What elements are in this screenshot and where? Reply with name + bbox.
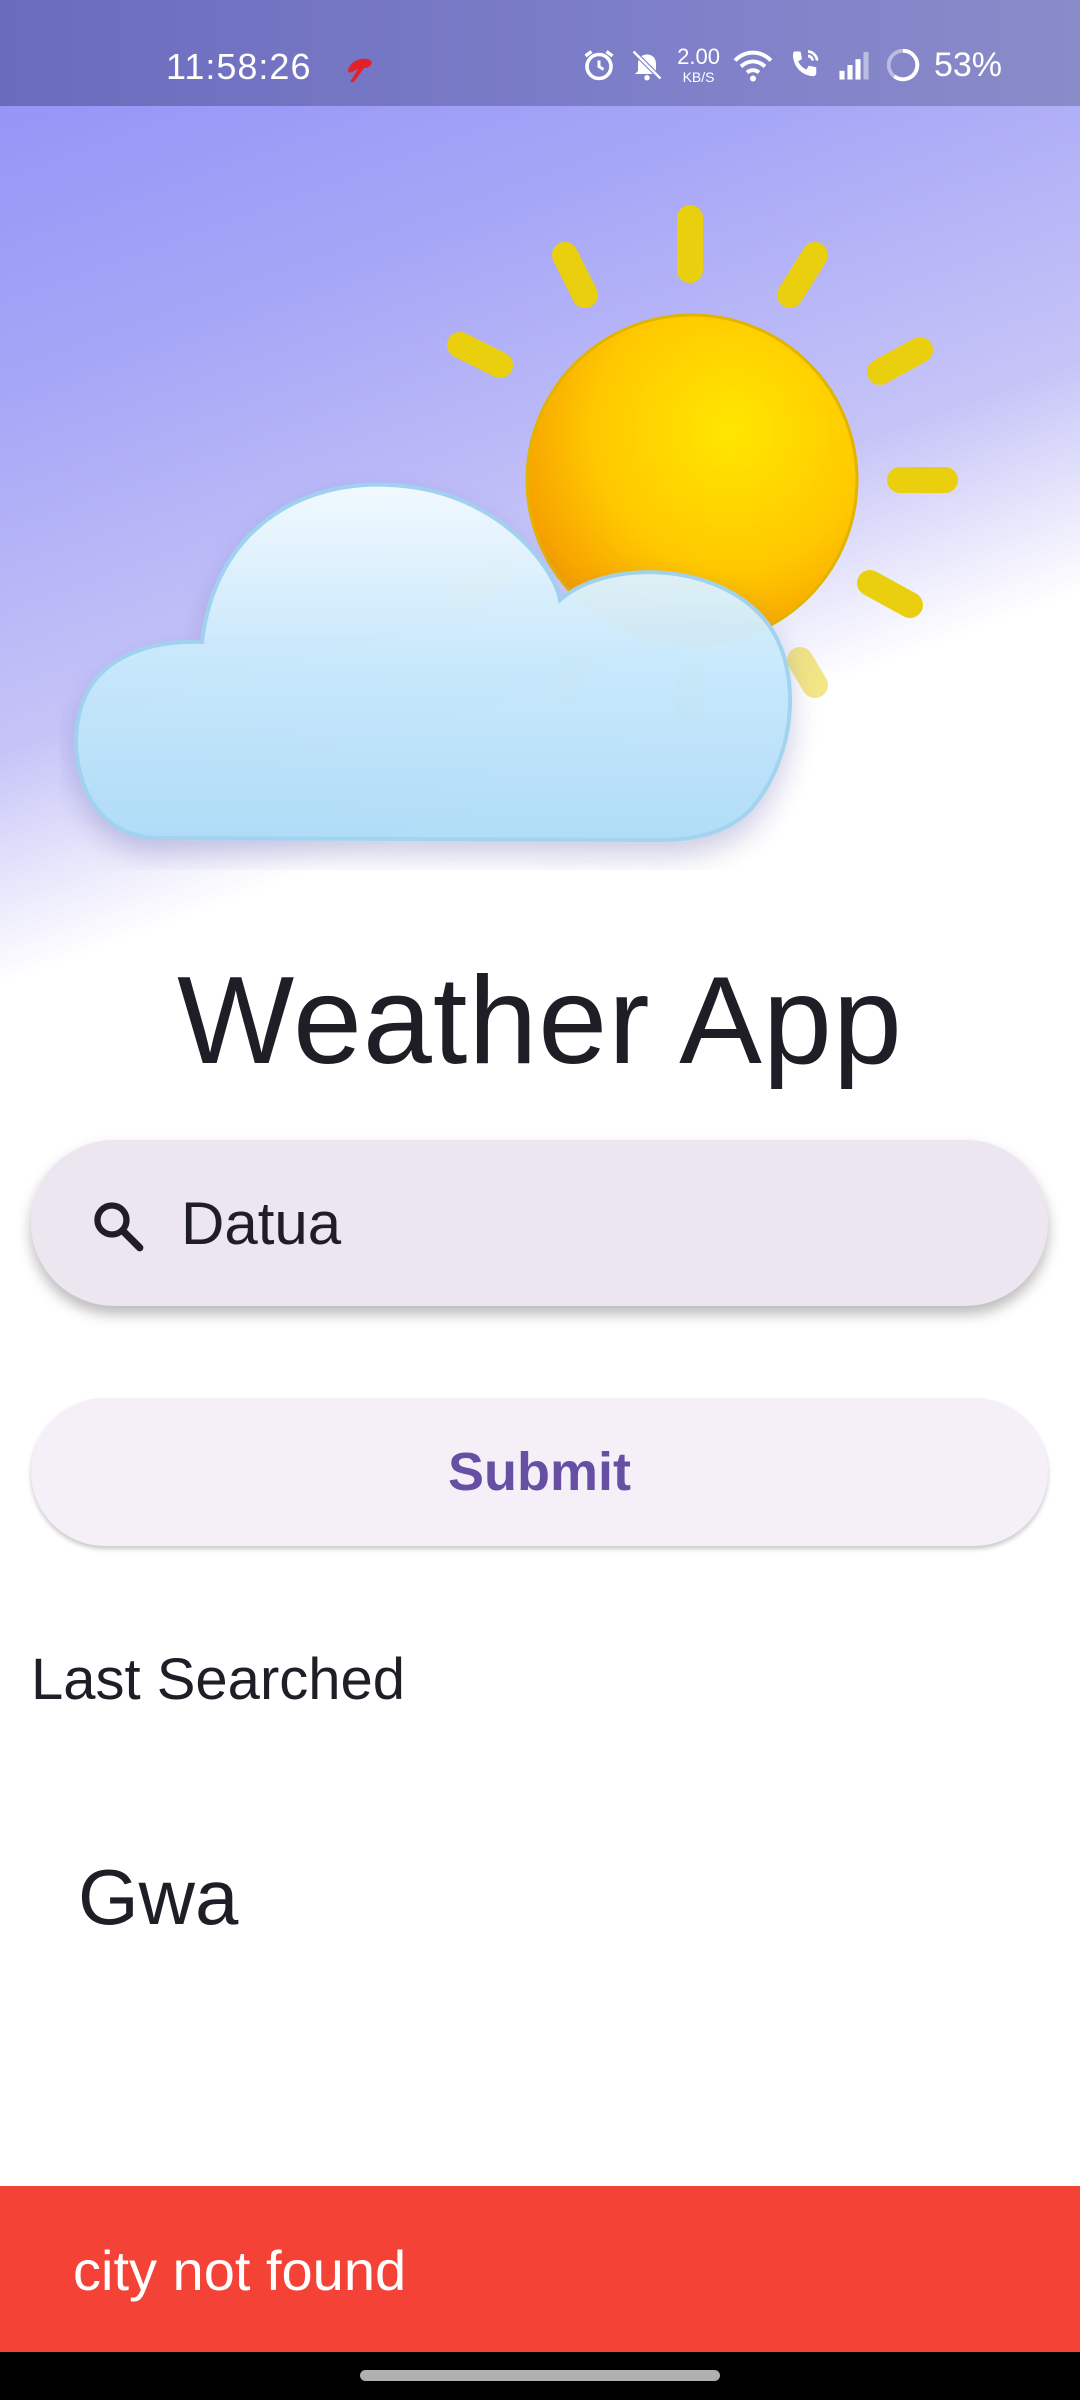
search-icon [94,1202,144,1252]
snackbar-message: city not found [73,2239,407,2302]
network-speed: 2.00 KB/S [677,44,720,85]
partly-cloudy-sun-icon [74,205,958,843]
muted-bell-icon [632,49,663,81]
history-item[interactable]: Gwa [78,1852,238,1943]
search-bar[interactable] [31,1140,1048,1306]
network-speed-value: 2.00 [677,44,720,69]
carrier-icon [348,58,372,82]
navigation-bar [0,2352,1080,2400]
alarm-icon [584,50,614,81]
last-searched-heading: Last Searched [31,1647,406,1712]
search-input[interactable] [181,1180,1001,1266]
app-title: Weather App [177,952,903,1090]
status-icons: 2.00 KB/S 53% [581,40,1002,90]
battery-percentage: 53% [933,45,1002,84]
wifi-calling-icon [792,50,819,77]
submit-button[interactable]: Submit [31,1398,1048,1546]
home-indicator[interactable] [360,2370,720,2381]
signal-icon [839,51,869,80]
network-speed-unit: KB/S [682,69,715,85]
wifi-icon [733,50,773,82]
error-snackbar: city not found [0,2186,1080,2352]
status-time: 11:58:26 [166,46,312,87]
battery-icon [886,48,920,82]
status-bar: 11:58:26 2.00 KB/S 53% [0,0,1080,106]
